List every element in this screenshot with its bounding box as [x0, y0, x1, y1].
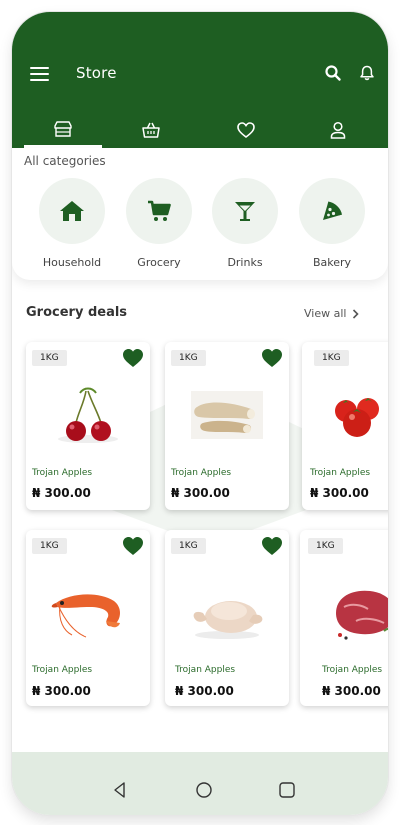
section-title: Grocery deals — [26, 305, 128, 320]
tab-favorites[interactable] — [199, 116, 293, 148]
heart-icon[interactable] — [261, 348, 283, 368]
product-card[interactable]: 1KG Trojan Apples ₦ 300.00 — [26, 342, 150, 510]
product-card[interactable]: 1KG Trojan Apples ₦ 300.00 — [302, 342, 388, 510]
category-household[interactable]: Household — [32, 178, 112, 269]
product-name: Trojan Apples — [171, 468, 232, 478]
product-name: Trojan Apples — [32, 665, 93, 675]
home-circle-icon[interactable] — [194, 780, 214, 800]
system-navigation-bar — [12, 752, 388, 815]
categories-panel: All categories Household Grocery Drinks … — [12, 148, 388, 280]
product-price: ₦ 300.00 — [171, 486, 230, 500]
chicken-image — [185, 578, 269, 648]
category-grocery[interactable]: Grocery — [119, 178, 199, 269]
product-name: Trojan Apples — [175, 665, 236, 675]
category-label: Drinks — [227, 256, 263, 269]
quantity-badge: 1KG — [308, 538, 343, 554]
menu-icon[interactable] — [30, 64, 50, 84]
tab-basket[interactable] — [104, 116, 198, 148]
cocktail-icon — [235, 202, 255, 221]
tomatoes-image — [310, 380, 388, 450]
heart-icon[interactable] — [122, 536, 144, 556]
category-circle — [39, 178, 105, 244]
phone-screen: Store All categories Household Grocery D… — [12, 12, 388, 815]
bell-icon[interactable] — [358, 64, 376, 82]
quantity-badge: 1KG — [171, 538, 206, 554]
quantity-badge: 1KG — [32, 350, 67, 366]
page-title: Store — [76, 64, 117, 82]
shrimp-image — [46, 578, 130, 648]
category-circle — [212, 178, 278, 244]
product-price: ₦ 300.00 — [32, 486, 91, 500]
category-drinks[interactable]: Drinks — [205, 178, 285, 269]
category-label: Bakery — [312, 256, 352, 269]
product-price: ₦ 300.00 — [32, 684, 91, 698]
category-circle — [126, 178, 192, 244]
product-price: ₦ 300.00 — [322, 684, 381, 698]
user-icon — [330, 121, 346, 139]
product-price: ₦ 300.00 — [310, 486, 369, 500]
quantity-badge: 1KG — [32, 538, 67, 554]
cherries-image — [46, 380, 130, 450]
product-card[interactable]: 1KG Trojan Apples ₦ 300.00 — [300, 530, 388, 706]
chevron-right-icon — [353, 308, 360, 319]
product-name: Trojan Apples — [310, 468, 371, 478]
beef-image — [324, 578, 388, 648]
product-card[interactable]: 1KG Trojan Apples ₦ 300.00 — [165, 530, 289, 706]
store-icon — [54, 121, 72, 137]
heart-icon[interactable] — [122, 348, 144, 368]
heart-outline-icon — [237, 122, 255, 139]
view-all-link[interactable]: View all — [304, 307, 360, 320]
search-icon[interactable] — [324, 64, 342, 82]
cart-icon — [148, 200, 171, 221]
tab-bar — [12, 116, 388, 148]
app-header: Store — [12, 12, 388, 148]
product-name: Trojan Apples — [32, 468, 93, 478]
category-label: Grocery — [137, 256, 181, 269]
basket-icon — [142, 122, 160, 138]
pizza-icon — [323, 201, 342, 220]
yam-image — [185, 380, 269, 450]
category-label: Household — [42, 256, 102, 269]
quantity-badge: 1KG — [314, 350, 349, 366]
recent-apps-icon[interactable] — [277, 780, 297, 800]
category-bakery[interactable]: Bakery — [292, 178, 372, 269]
home-icon — [60, 201, 84, 221]
product-price: ₦ 300.00 — [175, 684, 234, 698]
heart-icon[interactable] — [261, 536, 283, 556]
product-card[interactable]: 1KG Trojan Apples ₦ 300.00 — [165, 342, 289, 510]
tab-profile[interactable] — [291, 116, 385, 148]
view-all-label: View all — [304, 307, 347, 320]
tab-store[interactable] — [16, 116, 110, 148]
product-card[interactable]: 1KG Trojan Apples ₦ 300.00 — [26, 530, 150, 706]
back-icon[interactable] — [110, 780, 130, 800]
category-circle — [299, 178, 365, 244]
product-name: Trojan Apples — [322, 665, 383, 675]
quantity-badge: 1KG — [171, 350, 206, 366]
categories-heading: All categories — [24, 154, 106, 168]
